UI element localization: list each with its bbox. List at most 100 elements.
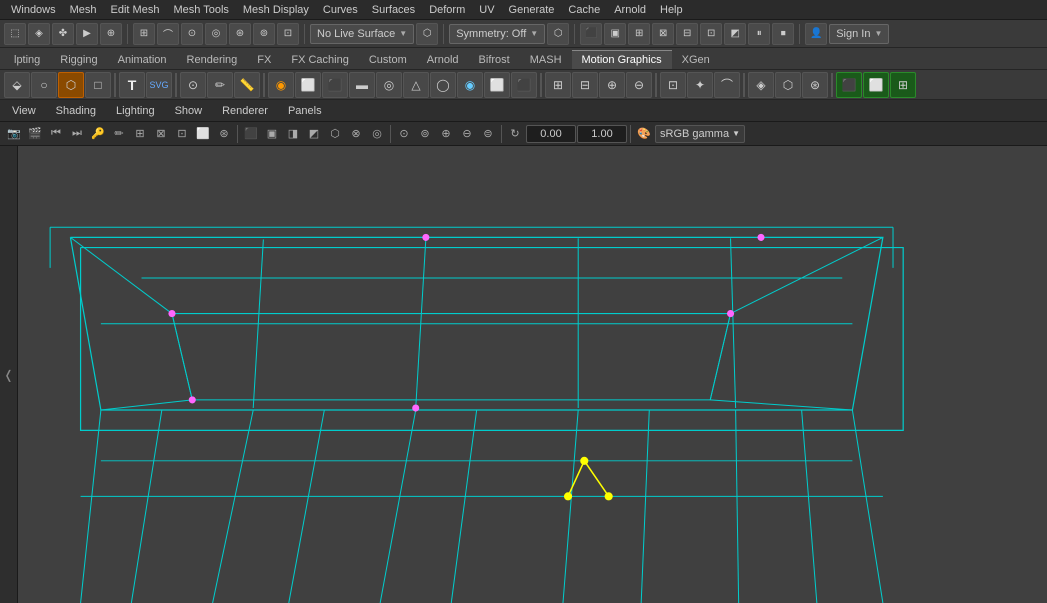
vp-resolution-btn[interactable]: ⊡ — [172, 124, 192, 144]
poly-cyl-btn[interactable]: ⬛ — [322, 72, 348, 98]
lasso-btn[interactable]: ◈ — [28, 23, 50, 45]
vp-iso2-btn[interactable]: ⊚ — [415, 124, 435, 144]
menu-surfaces[interactable]: Surfaces — [365, 2, 422, 18]
render-anim-btn[interactable]: ⊟ — [676, 23, 698, 45]
vp-film-btn[interactable]: 🎬 — [25, 124, 45, 144]
vp-panels-menu[interactable]: Panels — [284, 103, 326, 119]
sign-in-dropdown[interactable]: Sign In ▼ — [829, 24, 889, 44]
gamma-input[interactable] — [526, 125, 576, 143]
vp-show-menu[interactable]: Show — [171, 103, 207, 119]
vp-next-btn[interactable]: ⏮ — [46, 124, 66, 144]
group-btn[interactable]: ⊞ — [545, 72, 571, 98]
tab-sculpting[interactable]: lpting — [4, 50, 50, 69]
poly-disc-btn[interactable]: ◯ — [430, 72, 456, 98]
menu-help[interactable]: Help — [653, 2, 690, 18]
lattice-btn[interactable]: ⊡ — [660, 72, 686, 98]
menu-generate[interactable]: Generate — [502, 2, 562, 18]
vp-shade3-btn[interactable]: ◨ — [283, 124, 303, 144]
vp-grid-btn[interactable]: ⊞ — [130, 124, 150, 144]
poly-torus-btn[interactable]: ◎ — [376, 72, 402, 98]
vp-shade2-btn[interactable]: ▣ — [262, 124, 282, 144]
tab-animation[interactable]: Animation — [108, 50, 177, 69]
vp-renderer-menu[interactable]: Renderer — [218, 103, 272, 119]
tab-arnold[interactable]: Arnold — [417, 50, 469, 69]
unparent-btn[interactable]: ⊖ — [626, 72, 652, 98]
nurbs-cube-btn[interactable]: ⬜ — [484, 72, 510, 98]
vp-shade4-btn[interactable]: ◩ — [304, 124, 324, 144]
symmetry-options-btn[interactable]: ⬡ — [547, 23, 569, 45]
menu-windows[interactable]: Windows — [4, 2, 63, 18]
live-surface-options-btn[interactable]: ⬡ — [416, 23, 438, 45]
tab-fx-caching[interactable]: FX Caching — [281, 50, 358, 69]
vp-iso1-btn[interactable]: ⊙ — [394, 124, 414, 144]
vp-lighting-menu[interactable]: Lighting — [112, 103, 159, 119]
menu-mesh-display[interactable]: Mesh Display — [236, 2, 316, 18]
vp-res2-btn[interactable]: ⬜ — [193, 124, 213, 144]
tab-motion-graphics[interactable]: Motion Graphics — [572, 50, 672, 69]
poly-sphere-btn[interactable]: ◉ — [268, 72, 294, 98]
text-tool-btn[interactable]: T — [119, 72, 145, 98]
user-icon[interactable]: 👤 — [805, 23, 827, 45]
ruler-btn[interactable]: 📏 — [234, 72, 260, 98]
render-ipr-btn[interactable]: ◩ — [724, 23, 746, 45]
tab-mash[interactable]: MASH — [520, 50, 572, 69]
sel-component-btn[interactable]: ⬡ — [58, 72, 84, 98]
menu-arnold[interactable]: Arnold — [607, 2, 653, 18]
snap-grid-btn[interactable]: ⊞ — [133, 23, 155, 45]
menu-mesh[interactable]: Mesh — [63, 2, 104, 18]
tab-custom[interactable]: Custom — [359, 50, 417, 69]
vp-iso5-btn[interactable]: ⊜ — [478, 124, 498, 144]
paint-effects-btn[interactable]: ⊙ — [180, 72, 206, 98]
snap-live-btn[interactable]: ⊚ — [253, 23, 275, 45]
vp-cam-btn[interactable]: 📷 — [4, 124, 24, 144]
live-surface-dropdown[interactable]: No Live Surface ▼ — [310, 24, 414, 44]
tab-fx[interactable]: FX — [247, 50, 281, 69]
mash-extra1-btn[interactable]: ⊞ — [890, 72, 916, 98]
menu-edit-mesh[interactable]: Edit Mesh — [104, 2, 167, 18]
sel-object-btn[interactable]: ○ — [31, 72, 57, 98]
snap-extra-btn[interactable]: ⊡ — [277, 23, 299, 45]
menu-curves[interactable]: Curves — [316, 2, 365, 18]
symmetry-dropdown[interactable]: Symmetry: Off ▼ — [449, 24, 545, 44]
smooth-preview-btn[interactable]: ◈ — [748, 72, 774, 98]
vp-shade1-btn[interactable]: ⬛ — [241, 124, 261, 144]
select-tool-btn[interactable]: ⬚ — [4, 23, 26, 45]
vp-paint-btn[interactable]: ✏ — [109, 124, 129, 144]
poly-cone-btn[interactable]: △ — [403, 72, 429, 98]
grease-pencil-btn[interactable]: ✏ — [207, 72, 233, 98]
stop-btn[interactable]: ⏹ — [772, 23, 794, 45]
snap-view-btn[interactable]: ◎ — [205, 23, 227, 45]
vp-overlay-btn[interactable]: ⊛ — [214, 124, 234, 144]
tab-rigging[interactable]: Rigging — [50, 50, 107, 69]
tab-rendering[interactable]: Rendering — [177, 50, 248, 69]
viewport-canvas[interactable] — [18, 146, 1047, 603]
vp-iso4-btn[interactable]: ⊖ — [457, 124, 477, 144]
poly-plane-btn[interactable]: ▬ — [349, 72, 375, 98]
ungroup-btn[interactable]: ⊟ — [572, 72, 598, 98]
active-tool-btn[interactable]: ▶ — [76, 23, 98, 45]
snap-surface-btn[interactable]: ⊛ — [229, 23, 251, 45]
pause-btn[interactable]: ⏸ — [748, 23, 770, 45]
snap-btn[interactable]: ⊕ — [100, 23, 122, 45]
vp-display-btn[interactable]: ⊠ — [151, 124, 171, 144]
colorspace-dropdown[interactable]: sRGB gamma ▼ — [655, 125, 745, 143]
svg-tool-btn[interactable]: SVG — [146, 72, 172, 98]
render-batch-btn[interactable]: ⊠ — [652, 23, 674, 45]
render-region-btn[interactable]: ⬛ — [580, 23, 602, 45]
mash-add-btn[interactable]: ⬜ — [863, 72, 889, 98]
render-cam-btn[interactable]: ⊡ — [700, 23, 722, 45]
xray-btn[interactable]: ⊛ — [802, 72, 828, 98]
mash-network-btn[interactable]: ⬛ — [836, 72, 862, 98]
vp-shade6-btn[interactable]: ⊗ — [346, 124, 366, 144]
menu-uv[interactable]: UV — [472, 2, 501, 18]
nurbs-cyl-btn[interactable]: ⬛ — [511, 72, 537, 98]
vp-key-btn[interactable]: 🔑 — [88, 124, 108, 144]
poly-cube-btn[interactable]: ⬜ — [295, 72, 321, 98]
vp-shading-menu[interactable]: Shading — [52, 103, 100, 119]
vp-shade7-btn[interactable]: ◎ — [367, 124, 387, 144]
exposure-input[interactable] — [577, 125, 627, 143]
paint-btn[interactable]: ✤ — [52, 23, 74, 45]
tab-bifrost[interactable]: Bifrost — [469, 50, 520, 69]
menu-cache[interactable]: Cache — [561, 2, 607, 18]
vp-refresh-btn[interactable]: ↻ — [505, 124, 525, 144]
